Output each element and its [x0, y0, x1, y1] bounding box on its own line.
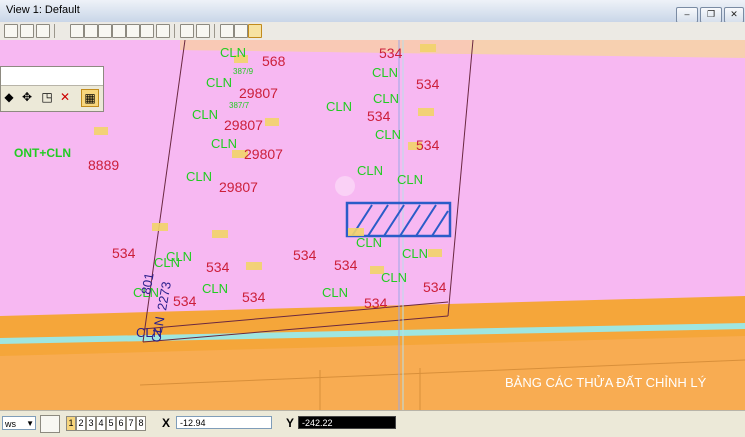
map-canvas[interactable]: CLN 568 534 CLN 387/9 29807 CLN 534 CLN CLN 387/7 2… [0, 40, 745, 410]
land-use-label: 387/9 [233, 67, 254, 76]
view-button-2[interactable]: 2 [76, 416, 86, 431]
toolbar-separator [54, 24, 55, 38]
toolbar-separator [174, 24, 175, 38]
window-titlebar: View 1: Default – ❐ ✕ [0, 0, 745, 23]
view-toolbar [0, 22, 745, 41]
parcel-number-label: 534 [334, 257, 358, 273]
status-bar: ws ▼ 12345678 X -12.94 Y -242.22 [0, 410, 745, 437]
view-select-value: ws [5, 419, 16, 429]
view-button-5[interactable]: 5 [106, 416, 116, 431]
parcel-number-label: 534 [416, 76, 440, 92]
clip-volume-icon[interactable] [234, 24, 248, 38]
y-coordinate-label: Y [286, 416, 295, 430]
view-button-3[interactable]: 3 [86, 416, 96, 431]
restore-button[interactable]: ❐ [700, 7, 722, 23]
close-button[interactable]: ✕ [724, 7, 744, 23]
display-style-icon[interactable] [20, 24, 34, 38]
land-use-label: CLN [402, 246, 428, 261]
land-use-label: CLN [356, 235, 382, 250]
rotate-view-icon[interactable] [140, 24, 154, 38]
land-use-label: CLN [186, 169, 212, 184]
parcel-number-label: 29807 [239, 85, 278, 101]
parcel-number-label: 534 [206, 259, 230, 275]
land-use-label: 387/7 [229, 101, 250, 110]
parcel-number-label: 534 [379, 45, 403, 61]
copy-view-icon[interactable] [220, 24, 234, 38]
land-use-label: CLN [166, 249, 192, 264]
parcel-number-label: 8889 [88, 157, 119, 173]
parcel-number-label: 534 [367, 108, 391, 124]
zoom-out-icon[interactable] [98, 24, 112, 38]
y-coordinate-field[interactable]: -242.22 [298, 416, 396, 429]
window-area-icon[interactable] [112, 24, 126, 38]
land-use-label: CLN [373, 91, 399, 106]
fence-icon[interactable]: ◳ [39, 89, 55, 105]
parcel-number-label: 29807 [219, 179, 258, 195]
x-coordinate-label: X [162, 416, 171, 430]
parcel-number-label: 29807 [224, 117, 263, 133]
update-view-icon[interactable] [70, 24, 84, 38]
parcel-number-label: 568 [262, 53, 286, 69]
land-use-label: CLN [192, 107, 218, 122]
land-use-label: CLN [375, 127, 401, 142]
view-next-icon[interactable] [196, 24, 210, 38]
view-button-7[interactable]: 7 [126, 416, 136, 431]
minimize-button[interactable]: – [676, 7, 698, 23]
map-footer-text: BẢNG CÁC THỬA ĐẤT CHỈNH LÝ [505, 375, 707, 390]
land-use-label: CLN [206, 75, 232, 90]
view-button-8[interactable]: 8 [136, 416, 146, 431]
land-use-label: CLN [397, 172, 423, 187]
parcel-number-label: 29807 [244, 146, 283, 162]
land-use-label: CLN [220, 45, 246, 60]
land-use-label: CLN [202, 281, 228, 296]
x-coordinate-field[interactable]: -12.94 [176, 416, 272, 429]
land-use-label: CLN [381, 270, 407, 285]
view-select[interactable]: ws ▼ [2, 416, 36, 430]
zoom-in-icon[interactable] [84, 24, 98, 38]
floating-toolbar: ◆ ✥ ◳ ✕ ▦ [0, 66, 104, 112]
land-use-label: ONT+CLN [14, 146, 71, 160]
group-icon[interactable]: ◆ [1, 89, 17, 105]
parcel-number-label: 534 [364, 295, 388, 311]
view-attributes-icon[interactable] [4, 24, 18, 38]
toolbar-separator [214, 24, 215, 38]
pan-view-icon[interactable] [156, 24, 170, 38]
chevron-down-icon: ▼ [26, 419, 34, 428]
view-previous-icon[interactable] [180, 24, 194, 38]
land-use-label: CLN [326, 99, 352, 114]
parcel-number-label: 534 [112, 245, 136, 261]
window-title: View 1: Default [6, 4, 80, 16]
land-use-label: CLN [357, 163, 383, 178]
fit-view-icon[interactable] [126, 24, 140, 38]
camera-icon[interactable] [248, 24, 262, 38]
view-windows-icon[interactable] [40, 415, 60, 433]
palette-icon[interactable]: ▦ [81, 89, 99, 107]
parcel-number-label: 534 [242, 289, 266, 305]
parcel-number-label: 534 [416, 137, 440, 153]
parcel-number-label: 534 [423, 279, 447, 295]
view-button-1[interactable]: 1 [66, 416, 76, 431]
land-use-label: CLN [211, 136, 237, 151]
floating-toolbar-header [1, 67, 103, 86]
view-button-6[interactable]: 6 [116, 416, 126, 431]
land-use-label: CLN [372, 65, 398, 80]
element-select-icon[interactable]: ✥ [19, 89, 35, 105]
delete-icon[interactable]: ✕ [57, 89, 73, 105]
render-icon[interactable] [36, 24, 50, 38]
view-button-4[interactable]: 4 [96, 416, 106, 431]
parcel-number-label: 534 [173, 293, 197, 309]
parcel-number-label: 534 [293, 247, 317, 263]
land-use-label: CLN [322, 285, 348, 300]
